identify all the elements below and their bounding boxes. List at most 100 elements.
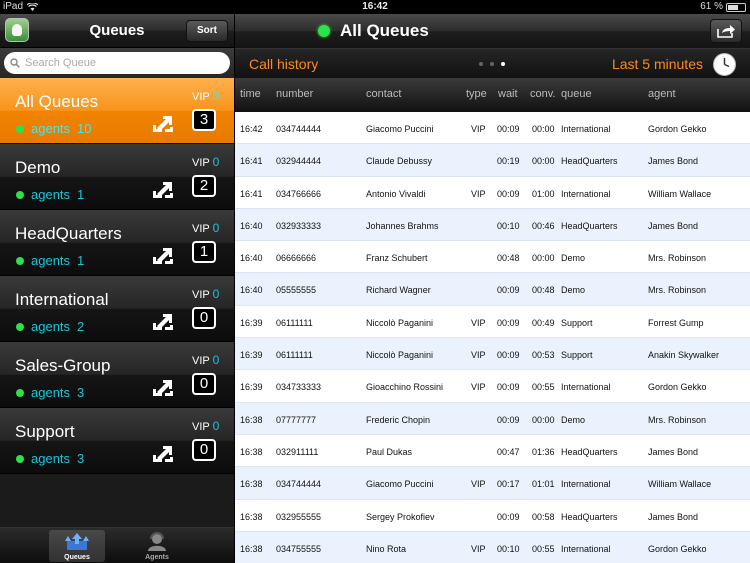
- cell-wait: 00:09: [497, 414, 520, 425]
- queue-item[interactable]: HeadQuarters agents 1 VIP 0 1: [0, 210, 234, 276]
- table-row[interactable]: 16:39 06111111 Niccolò Paganini VIP 00:09 00:…: [235, 338, 750, 371]
- transfer-icon[interactable]: [150, 312, 176, 332]
- vip-label: VIP: [192, 289, 210, 301]
- col-type[interactable]: type: [466, 88, 487, 100]
- cell-time: 16:39: [240, 350, 263, 361]
- cell-wait: 00:09: [497, 188, 520, 199]
- cell-conv: 00:49: [532, 317, 555, 328]
- queue-item[interactable]: International agents 2 VIP 0 0: [0, 276, 234, 342]
- cell-conv: 01:00: [532, 188, 555, 199]
- page-indicator[interactable]: [479, 62, 505, 66]
- queue-item[interactable]: Demo agents 1 VIP 0 2: [0, 144, 234, 210]
- col-contact[interactable]: contact: [366, 88, 401, 100]
- share-button[interactable]: [710, 19, 742, 43]
- queue-item[interactable]: Support agents 3 VIP 0 0: [0, 408, 234, 474]
- search-input[interactable]: [25, 57, 215, 69]
- agents-count: 3: [77, 385, 85, 400]
- online-dot-icon: [16, 256, 24, 265]
- transfer-icon[interactable]: [150, 444, 176, 464]
- col-queue[interactable]: queue: [561, 88, 592, 100]
- table-row[interactable]: 16:40 032933333 Johannes Brahms 00:10 00:46 H…: [235, 208, 750, 242]
- cell-wait: 00:09: [497, 124, 520, 134]
- status-time: 16:42: [362, 1, 388, 12]
- agents-label: agents: [31, 253, 71, 268]
- clock-icon[interactable]: [713, 53, 736, 76]
- cell-time: 16:41: [240, 188, 263, 199]
- table-row[interactable]: 16:40 06666666 Franz Schubert 00:48 00:00 Dem…: [235, 241, 750, 274]
- col-number[interactable]: number: [276, 88, 313, 100]
- cell-conv: 00:46: [532, 220, 555, 231]
- col-agent[interactable]: agent: [648, 88, 676, 100]
- cell-queue: International: [561, 543, 611, 554]
- page-dot: [490, 62, 494, 66]
- vip-count: VIP 0: [192, 353, 219, 367]
- cell-number: 032955555: [276, 511, 322, 522]
- cell-conv: 01:36: [532, 446, 555, 457]
- cell-type: VIP: [471, 382, 486, 393]
- cell-conv: 00:55: [532, 543, 555, 554]
- cell-wait: 00:47: [497, 446, 520, 457]
- table-row[interactable]: 16:40 05555555 Richard Wagner 00:09 00:48 Dem…: [235, 273, 750, 306]
- cell-queue: International: [561, 479, 611, 490]
- queue-name: Demo: [15, 158, 61, 177]
- cell-type: VIP: [471, 543, 486, 554]
- tab-agents-label: Agents: [145, 554, 169, 561]
- cell-contact: Giacomo Puccini: [366, 124, 434, 134]
- page-title: All Queues: [340, 21, 429, 40]
- share-icon: [717, 25, 735, 38]
- call-table: 16:42 034744444 Giacomo Puccini VIP 00:09 00:…: [235, 112, 750, 563]
- table-row[interactable]: 16:42 034744444 Giacomo Puccini VIP 00:09 00:…: [235, 112, 750, 145]
- queue-item[interactable]: Sales-Group agents 3 VIP 0 0: [0, 342, 234, 408]
- agents-count: 3: [77, 451, 85, 466]
- agents-label: agents: [31, 121, 71, 136]
- queue-agents: agents 10: [16, 121, 92, 136]
- transfer-icon[interactable]: [150, 114, 176, 134]
- col-wait[interactable]: wait: [498, 88, 518, 100]
- cell-contact: Giacomo Puccini: [366, 479, 434, 490]
- col-conv[interactable]: conv.: [530, 88, 555, 100]
- table-row[interactable]: 16:38 034744444 Giacomo Puccini VIP 00:17 01:…: [235, 467, 750, 500]
- tab-agents[interactable]: Agents: [129, 530, 185, 562]
- table-row[interactable]: 16:38 034755555 Nino Rota VIP 00:10 00:55 Inte…: [235, 531, 750, 563]
- table-row[interactable]: 16:41 032944444 Claude Debussy 00:19 00:00 He…: [235, 144, 750, 177]
- search-bar: [0, 48, 234, 78]
- battery-icon: [726, 2, 746, 12]
- transfer-icon[interactable]: [150, 180, 176, 200]
- vip-value: 0: [212, 419, 220, 433]
- transfer-icon[interactable]: [150, 378, 176, 398]
- vip-count: VIP 0: [192, 89, 219, 103]
- queue-name: International: [15, 290, 109, 309]
- search-field[interactable]: [4, 52, 230, 74]
- online-dot-icon: [16, 190, 24, 199]
- cell-contact: Nino Rota: [366, 543, 407, 554]
- table-row[interactable]: 16:39 06111111 Niccolò Paganini VIP 00:09 00:…: [235, 306, 750, 339]
- time-range-label[interactable]: Last 5 minutes: [612, 49, 703, 79]
- agents-label: agents: [31, 385, 71, 400]
- call-history-panel: All Queues Call history Last 5 minutes t…: [235, 14, 750, 563]
- waiting-count: 1: [192, 241, 216, 263]
- agents-count: 1: [77, 253, 85, 268]
- cell-wait: 00:09: [497, 317, 520, 328]
- cell-queue: Support: [561, 317, 593, 328]
- vip-value: 0: [212, 155, 220, 169]
- transfer-icon[interactable]: [150, 246, 176, 266]
- cell-number: 06111111: [276, 317, 313, 328]
- online-dot-icon: [16, 454, 24, 463]
- table-row[interactable]: 16:38 032911111 Paul Dukas 00:47 01:36 HeadQu…: [235, 435, 750, 468]
- sort-button[interactable]: Sort: [186, 20, 228, 42]
- col-time[interactable]: time: [240, 88, 261, 100]
- cell-conv: 00:53: [532, 350, 555, 361]
- table-row[interactable]: 16:41 034766666 Antonio Vivaldi VIP 00:09 01:…: [235, 177, 750, 209]
- vip-label: VIP: [192, 223, 210, 235]
- tab-queues[interactable]: Queues: [49, 530, 105, 562]
- online-dot-icon: [16, 322, 24, 331]
- table-row[interactable]: 16:39 034733333 Gioacchino Rossini VIP 00:09…: [235, 370, 750, 403]
- queue-item[interactable]: All Queues agents 10 VIP 0 3: [0, 78, 234, 144]
- table-row[interactable]: 16:38 07777777 Frederic Chopin 00:09 00:00 De…: [235, 402, 750, 435]
- search-icon: [10, 58, 20, 68]
- cell-time: 16:38: [240, 446, 263, 457]
- table-row[interactable]: 16:38 032955555 Sergey Prokofiev 00:09 00:58…: [235, 500, 750, 532]
- waiting-count: 0: [192, 373, 216, 395]
- cell-number: 032933333: [276, 220, 322, 231]
- cell-queue: HeadQuarters: [561, 220, 618, 231]
